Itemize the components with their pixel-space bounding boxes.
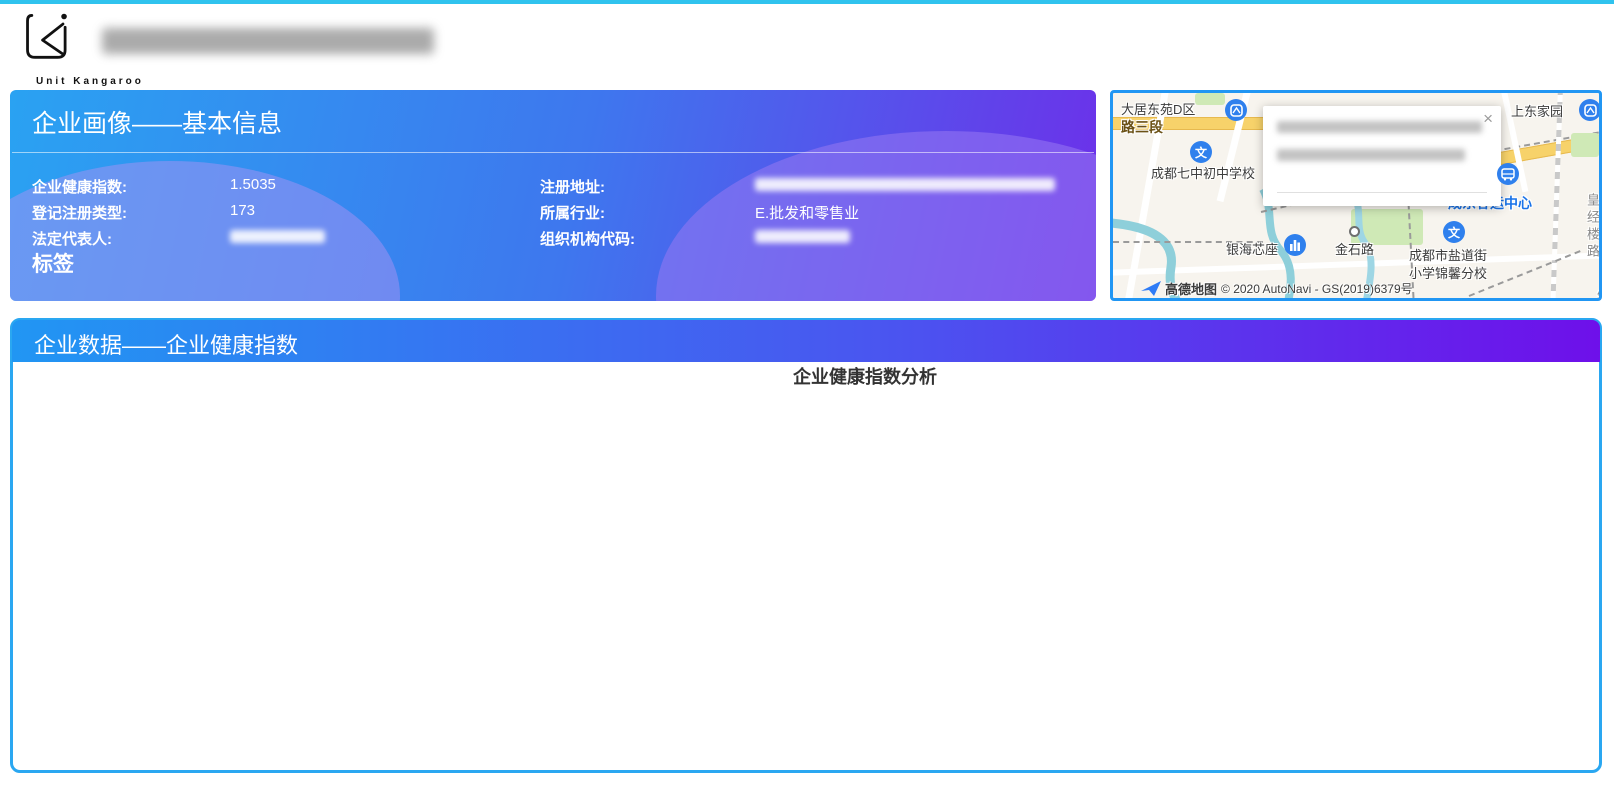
map-label: 路三段 [1121,117,1163,137]
basic-info-title: 企业画像——基本信息 [32,104,282,140]
field-left-label: 登记注册类型: [32,202,127,223]
building-icon [1284,234,1306,256]
field-right-value-masked [755,178,1055,191]
field-right-value: E.批发和零售业 [755,202,859,223]
map-label: 皇经楼路 [1583,193,1602,261]
popup-divider [1277,192,1487,193]
basic-info-panel: 企业画像——基本信息 企业健康指数: 1.5035 登记注册类型: 173 法定代表人:… [10,90,1096,301]
tags-title: 标签 [32,248,74,278]
metro-icon [1579,99,1601,121]
amap-brand: 高德地图 [1165,279,1217,298]
popup-masked-line [1277,149,1465,161]
field-left-label: 法定代表人: [32,228,112,249]
field-right-label: 组织机构代码: [540,228,635,249]
metro-icon [1225,99,1247,121]
field-right-label: 所属行业: [540,202,605,223]
map-label: 成都市盐道街 [1409,245,1487,264]
radar-chart-title: 企业健康指数分析 [793,363,937,389]
school-icon: 文 [1190,141,1212,163]
map-info-popup: × [1263,106,1501,206]
field-left-label: 企业健康指数: [32,176,127,197]
road-junction-marker [1349,226,1360,237]
health-panel-title: 企业数据——企业健康指数 [34,328,298,360]
radar-chart [938,361,1498,741]
bus-icon [1497,163,1519,185]
popup-masked-line [1277,121,1482,133]
field-left-value: 173 [230,202,255,219]
field-left-value: 1.5035 [230,176,276,193]
kangaroo-logo-icon [20,12,78,64]
school-icon: 文 [1443,221,1465,243]
map-label: 上东家园 [1511,101,1563,120]
map-label: 成都七中初中学校 [1151,163,1255,182]
map-attribution: 高德地图 © 2020 AutoNavi - GS(2019)6379号 [1141,279,1413,298]
field-right-value-masked [755,230,850,243]
map-copyright: © 2020 AutoNavi - GS(2019)6379号 [1221,280,1413,297]
map-label: 银海芯座 [1226,239,1278,258]
map-label: 小学锦馨分校 [1409,263,1487,282]
map-label: 大居东苑D区 [1121,99,1195,118]
divider [12,152,1094,153]
amap-logo-icon [1141,281,1161,297]
logo-brand-text: Unit Kangaroo [36,76,144,87]
location-map[interactable]: 大居东苑D区路三段成都七中初中学校银海芯座金石路成都市盐道街小学锦馨分校成东客运… [1110,90,1602,301]
map-label: 金石路 [1335,239,1374,258]
field-right-label: 注册地址: [540,176,605,197]
top-accent-bar [0,0,1614,4]
decor-wave-right [656,131,1096,301]
health-data-panel: 企业数据——企业健康指数 企业健康指数分析 [10,318,1602,773]
health-panel-header: 企业数据——企业健康指数 [12,320,1600,362]
company-name-masked [102,28,434,54]
field-left-value-masked [230,230,325,243]
close-icon[interactable]: × [1483,110,1493,127]
map-label: 锦 [1597,287,1602,301]
